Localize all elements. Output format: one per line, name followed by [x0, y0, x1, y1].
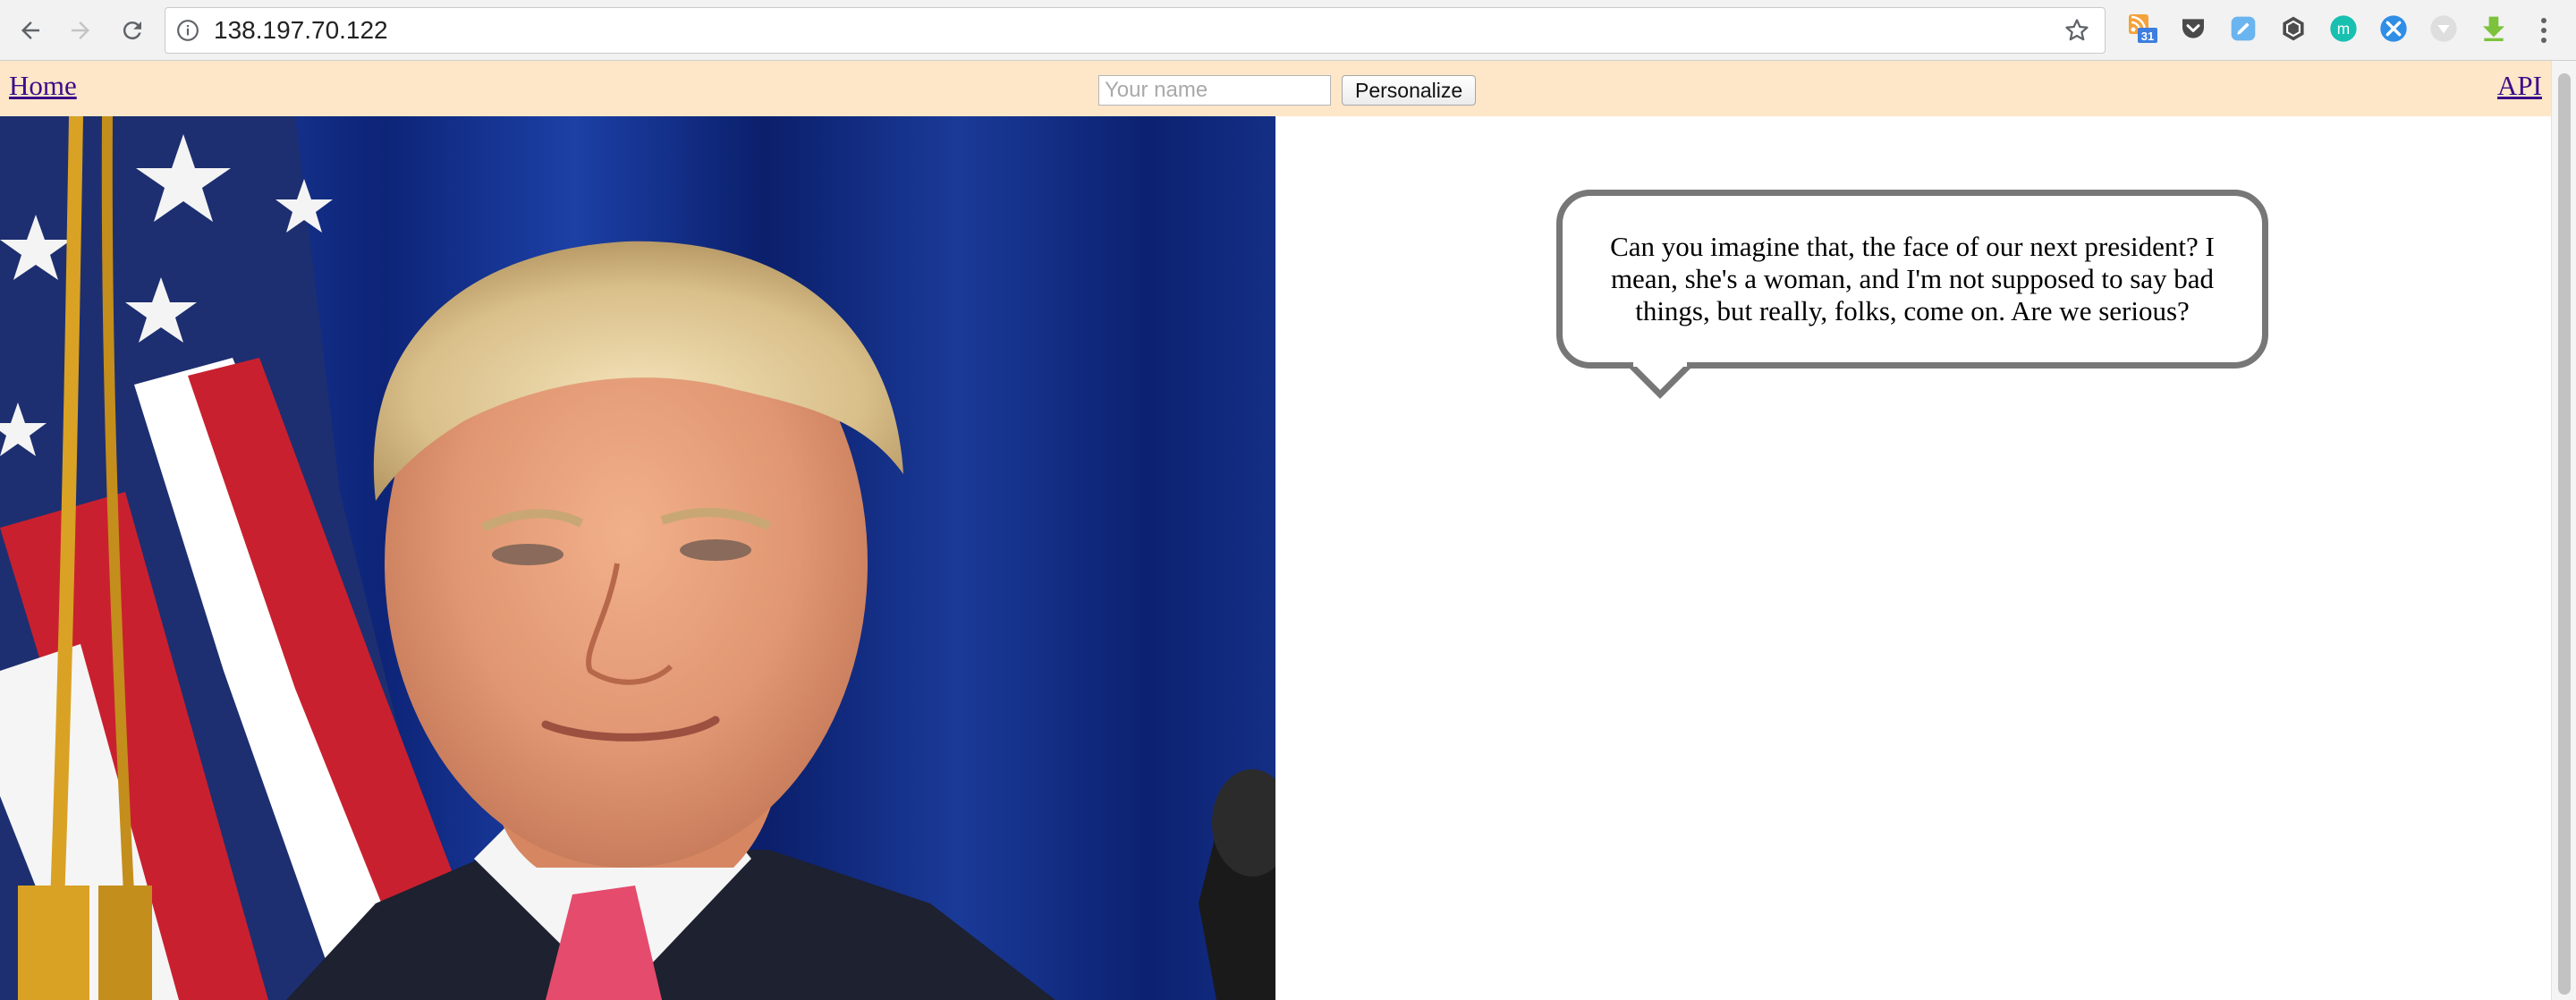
browser-toolbar: 138.197.70.122 31 m	[0, 0, 2576, 61]
portrait-photo	[0, 116, 1275, 1000]
rss-calendar-extension[interactable]: 31	[2127, 13, 2159, 45]
reload-button[interactable]	[114, 13, 150, 48]
address-bar[interactable]: 138.197.70.122	[165, 7, 2106, 54]
api-link[interactable]: API	[2497, 70, 2542, 102]
pen-extension[interactable]	[2227, 13, 2259, 45]
name-input[interactable]	[1098, 75, 1331, 106]
blue-x-extension[interactable]	[2377, 13, 2410, 45]
portrait-illustration	[0, 116, 1275, 1000]
home-link[interactable]: Home	[9, 70, 77, 102]
pocket-icon	[2182, 19, 2204, 38]
forward-button[interactable]	[63, 13, 98, 48]
personalize-button[interactable]: Personalize	[1342, 75, 1477, 106]
svg-text:m: m	[2337, 20, 2350, 38]
reload-icon	[123, 21, 141, 40]
gray-heart-extension[interactable]	[2428, 13, 2460, 45]
m-extension[interactable]: m	[2327, 13, 2360, 45]
hexagon-icon	[2283, 16, 2304, 41]
speech-bubble-tail	[1627, 360, 1693, 399]
pocket-extension[interactable]	[2177, 13, 2209, 45]
forward-arrow-icon	[72, 21, 89, 39]
back-button[interactable]	[13, 13, 48, 48]
speech-bubble-text: Can you imagine that, the face of our ne…	[1610, 231, 2215, 326]
info-icon[interactable]	[176, 19, 199, 42]
calendar-badge: 31	[2141, 30, 2154, 43]
browser-menu-icon[interactable]	[2528, 13, 2560, 48]
rss-calendar-icon: 31	[2129, 14, 2157, 43]
speech-bubble: Can you imagine that, the face of our ne…	[1556, 190, 2268, 369]
download-extension[interactable]	[2478, 13, 2510, 45]
m-circle-icon: m	[2330, 15, 2357, 42]
back-arrow-icon	[21, 21, 39, 39]
bookmark-star-icon[interactable]	[2063, 17, 2090, 44]
hexagon-extension[interactable]	[2277, 13, 2309, 45]
blue-cross-icon	[2380, 15, 2407, 42]
scrollbar-thumb[interactable]	[2558, 73, 2571, 995]
download-arrow-icon	[2483, 16, 2504, 41]
gray-shield-icon	[2430, 15, 2457, 42]
page-header: Home Personalize API	[0, 61, 2551, 116]
pen-icon	[2231, 16, 2256, 41]
url-text[interactable]: 138.197.70.122	[214, 8, 388, 53]
vertical-scrollbar[interactable]	[2551, 61, 2576, 1000]
